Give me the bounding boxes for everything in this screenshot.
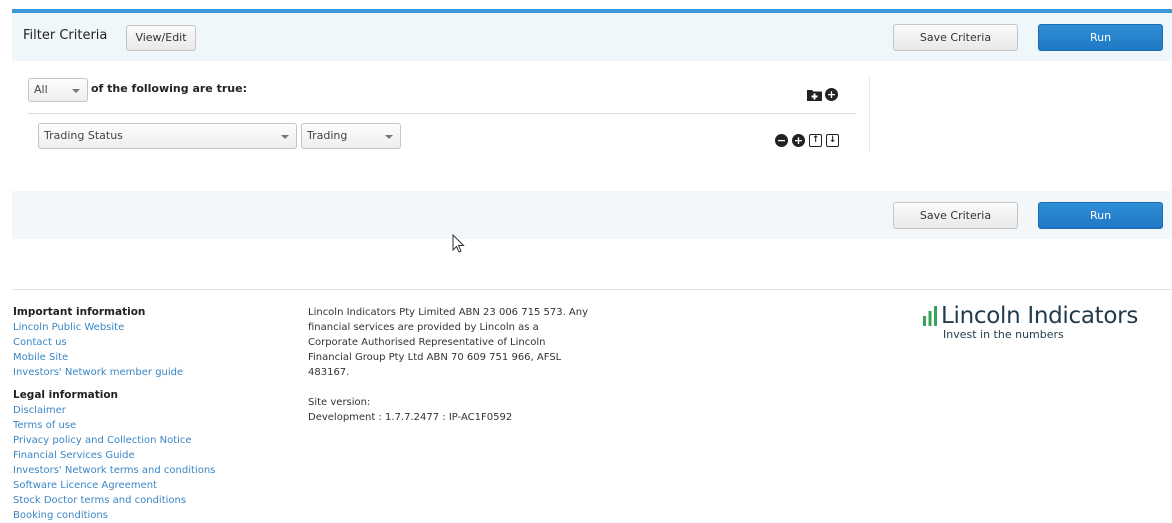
page-title: Filter Criteria — [23, 28, 108, 43]
company-text-line: Financial Group Pty Ltd ABN 70 609 751 9… — [308, 352, 562, 363]
company-text-line: financial services are provided by Linco… — [308, 322, 539, 333]
footer-link-terms-of-use[interactable]: Terms of use — [13, 418, 273, 433]
footer-company-column: Lincoln Indicators Pty Limited ABN 23 00… — [308, 305, 608, 425]
run-button-top[interactable]: Run — [1038, 24, 1163, 51]
save-criteria-button-top[interactable]: Save Criteria — [893, 24, 1018, 51]
footer-link-mobile-site[interactable]: Mobile Site — [13, 350, 273, 365]
panel-divider — [869, 77, 870, 151]
view-edit-button[interactable]: View/Edit — [126, 25, 196, 51]
save-criteria-button-bottom[interactable]: Save Criteria — [893, 202, 1018, 229]
footer-link-booking-conditions[interactable]: Booking conditions — [13, 508, 273, 523]
legal-info-heading: Legal information — [13, 389, 119, 401]
logo-name: Lincoln Indicators — [941, 303, 1138, 329]
rule-field-select[interactable]: Trading Status — [38, 123, 297, 149]
chevron-down-icon — [281, 135, 289, 139]
site-version-value: Development : 1.7.7.2477 : IP-AC1F0592 — [308, 412, 513, 423]
chevron-down-icon — [385, 135, 393, 139]
company-text-line: 483167. — [308, 367, 350, 378]
plus-circle-icon[interactable]: + — [792, 134, 805, 147]
minus-circle-icon[interactable]: − — [775, 134, 788, 147]
footer-link-fsg[interactable]: Financial Services Guide — [13, 448, 273, 463]
run-button-bottom[interactable]: Run — [1038, 202, 1163, 229]
arrow-up-icon[interactable]: ↑ — [809, 134, 822, 147]
company-text-line: Lincoln Indicators Pty Limited ABN 23 00… — [308, 307, 589, 318]
important-info-heading: Important information — [13, 306, 146, 318]
plus-circle-icon[interactable]: + — [825, 88, 838, 101]
footer-link-disclaimer[interactable]: Disclaimer — [13, 403, 273, 418]
footer-link-privacy-policy[interactable]: Privacy policy and Collection Notice — [13, 433, 273, 448]
mouse-cursor-icon — [452, 234, 465, 253]
footer-links-column: Important information Lincoln Public Web… — [13, 305, 273, 523]
arrow-down-icon[interactable]: ↓ — [826, 134, 839, 147]
bar-chart-logo-icon — [923, 306, 937, 326]
rule-value-select[interactable]: Trading — [301, 123, 401, 149]
match-select[interactable]: All — [28, 78, 88, 102]
footer-link-network-terms[interactable]: Investors' Network terms and conditions — [13, 463, 273, 478]
footer-link-public-website[interactable]: Lincoln Public Website — [13, 320, 273, 335]
rule-field-value: Trading Status — [44, 129, 123, 142]
footer-link-stock-doctor-terms[interactable]: Stock Doctor terms and conditions — [13, 493, 273, 508]
footer-divider — [12, 289, 1172, 290]
footer-link-member-guide[interactable]: Investors' Network member guide — [13, 365, 273, 380]
rule-value-value: Trading — [307, 129, 348, 142]
match-label: of the following are true: — [91, 82, 247, 95]
logo-tagline: Invest in the numbers — [943, 328, 1064, 341]
match-select-value: All — [34, 83, 48, 96]
folder-plus-icon[interactable] — [807, 88, 822, 101]
chevron-down-icon — [72, 89, 80, 93]
company-text-line: Corporate Authorised Representative of L… — [308, 337, 546, 348]
rule-divider — [28, 113, 856, 114]
footer-link-contact-us[interactable]: Contact us — [13, 335, 273, 350]
site-version-label: Site version: — [308, 397, 371, 408]
footer-link-software-licence[interactable]: Software Licence Agreement — [13, 478, 273, 493]
